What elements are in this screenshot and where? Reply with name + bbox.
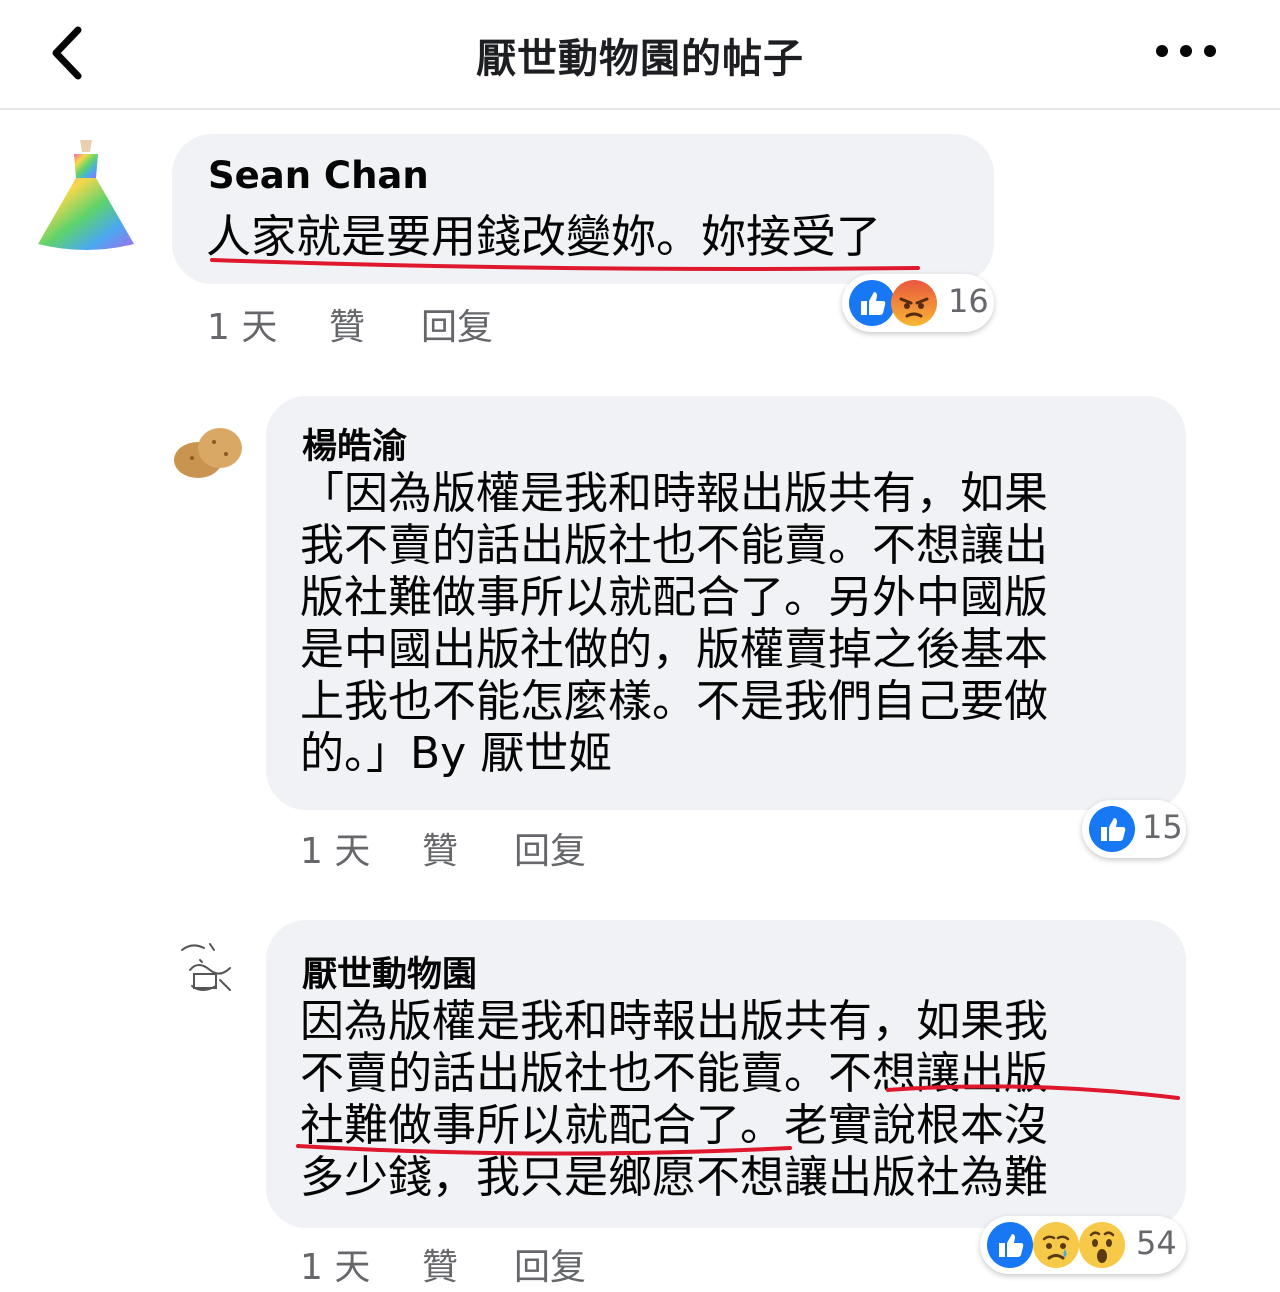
comment-bubble: 楊皓渝 「因為版權是我和時報出版共有，如果 我不賣的話出版社也不能賣。不想讓出 …: [266, 396, 1186, 810]
reply-button[interactable]: 回复: [421, 298, 493, 350]
comment-author[interactable]: 厭世動物園: [302, 946, 477, 997]
wow-icon: [1079, 1222, 1125, 1268]
comment-line: 上我也不能怎麼樣。不是我們自己要做: [300, 676, 1048, 727]
reaction-summary[interactable]: 54: [980, 1216, 1186, 1274]
sad-icon: [1033, 1222, 1079, 1268]
comment-line: 的。」By 厭世姬: [300, 728, 613, 779]
dress-avatar-icon: [38, 140, 134, 250]
reaction-count: 54: [1136, 1224, 1177, 1262]
comment-line: 社難做事所以就配合了。老實說根本沒: [300, 1100, 1048, 1151]
like-icon: [1089, 806, 1135, 852]
ellipsis-icon: [1156, 45, 1216, 57]
comment-line: 版社難做事所以就配合了。另外中國版: [300, 572, 1048, 623]
comment-line: 不賣的話出版社也不能賣。不想讓出版: [300, 1048, 1048, 1099]
comment-time: 1 天: [300, 1247, 371, 1288]
comment-time: 1 天: [300, 831, 371, 872]
comment-bubble: Sean Chan 人家就是要用錢改變妳。妳接受了: [172, 134, 994, 284]
reaction-count: 16: [948, 282, 989, 320]
like-button[interactable]: 贊: [329, 298, 365, 350]
comment-line: 「因為版權是我和時報出版共有，如果: [300, 468, 1048, 519]
top-bar: 厭世動物園的帖子: [0, 0, 1280, 110]
reply-button[interactable]: 回复: [514, 1238, 586, 1290]
page-title: 厭世動物園的帖子: [476, 36, 804, 82]
reaction-count: 15: [1142, 808, 1183, 846]
comment-author[interactable]: 楊皓渝: [302, 418, 407, 469]
comment-line: 多少錢，我只是鄉愿不想讓出版社為難: [300, 1152, 1048, 1203]
comment-author[interactable]: Sean Chan: [208, 154, 429, 197]
angry-icon: [891, 280, 937, 326]
comment-line: 我不賣的話出版社也不能賣。不想讓出: [300, 520, 1048, 571]
reaction-summary[interactable]: 15: [1082, 800, 1186, 858]
like-icon: [849, 280, 895, 326]
avatar[interactable]: [168, 410, 250, 492]
comment-actions: 1 天 贊 回复: [300, 822, 700, 872]
sketch-avatar-icon: [181, 943, 231, 991]
comment-time: 1 天: [207, 307, 278, 348]
comment-actions: 1 天 贊 回复: [300, 1238, 700, 1288]
like-button[interactable]: 贊: [422, 822, 458, 874]
comment-bubble: 厭世動物園 因為版權是我和時報出版共有，如果我 不賣的話出版社也不能賣。不想讓出…: [266, 920, 1186, 1228]
comment-text: 「因為版權是我和時報出版共有，如果 我不賣的話出版社也不能賣。不想讓出 版社難做…: [300, 468, 1170, 780]
comment-line: 因為版權是我和時報出版共有，如果我: [300, 996, 1048, 1047]
avatar[interactable]: [170, 930, 250, 1010]
more-options-button[interactable]: [1150, 34, 1222, 68]
comment-text: 因為版權是我和時報出版共有，如果我 不賣的話出版社也不能賣。不想讓出版 社難做事…: [300, 996, 1170, 1204]
like-button[interactable]: 贊: [422, 1238, 458, 1290]
reaction-summary[interactable]: 16: [842, 274, 994, 332]
potato-avatar-icon: [174, 428, 242, 478]
comment-text: 人家就是要用錢改變妳。妳接受了: [206, 210, 882, 263]
comment-line: 是中國出版社做的，版權賣掉之後基本: [300, 624, 1048, 675]
comment-actions: 1 天 贊 回复: [207, 298, 607, 348]
like-icon: [987, 1222, 1033, 1268]
reply-button[interactable]: 回复: [514, 822, 586, 874]
avatar[interactable]: [30, 132, 142, 256]
